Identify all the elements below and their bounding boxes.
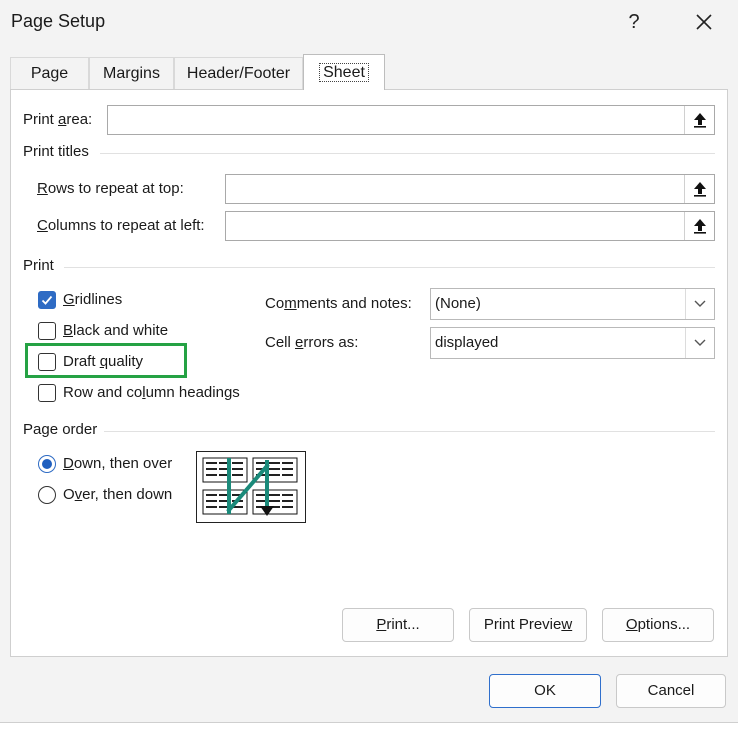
tab-header-footer-label: Header/Footer [186, 65, 291, 82]
tab-page[interactable]: Page [10, 57, 89, 89]
columns-to-repeat-label: Columns to repeat at left: [37, 217, 205, 234]
cell-errors-value: displayed [435, 334, 499, 351]
columns-to-repeat-input[interactable] [225, 211, 715, 241]
tab-sheet-label: Sheet [319, 63, 369, 82]
black-and-white-checkbox[interactable] [38, 322, 56, 340]
dialog-title: Page Setup [11, 11, 106, 31]
cancel-button[interactable]: Cancel [616, 674, 726, 708]
page-order-preview [196, 451, 306, 523]
upload-arrow-icon [693, 182, 706, 197]
chevron-down-icon [685, 328, 714, 358]
tab-margins-label: Margins [103, 65, 160, 82]
rows-collapse-button[interactable] [684, 175, 714, 203]
close-icon [696, 14, 712, 30]
comments-notes-label: Comments and notes: [265, 295, 412, 312]
print-area-collapse-button[interactable] [684, 106, 714, 134]
cell-errors-label: Cell errors as: [265, 334, 359, 351]
down-then-over-radio[interactable] [38, 455, 56, 473]
row-column-headings-label[interactable]: Row and column headings [63, 384, 240, 401]
ok-button[interactable]: OK [489, 674, 601, 708]
print-area-label: Print area: [23, 111, 93, 128]
down-then-over-label[interactable]: Down, then over [63, 455, 172, 472]
page-order-diagram-icon [202, 457, 298, 516]
print-button[interactable]: Print... [342, 608, 454, 642]
help-button[interactable]: ? [620, 8, 648, 36]
print-preview-button[interactable]: Print Preview [469, 608, 587, 642]
comments-notes-value: (None) [435, 295, 481, 312]
columns-collapse-button[interactable] [684, 212, 714, 240]
black-and-white-label[interactable]: Black and white [63, 322, 168, 339]
comments-notes-select[interactable]: (None) [430, 288, 715, 320]
print-titles-heading: Print titles [23, 143, 89, 160]
print-area-input[interactable] [107, 105, 715, 135]
chevron-down-icon [685, 289, 714, 319]
tab-header-footer[interactable]: Header/Footer [174, 57, 303, 89]
options-button[interactable]: Options... [602, 608, 714, 642]
close-button[interactable] [688, 8, 720, 36]
gridlines-label[interactable]: Gridlines [63, 291, 122, 308]
tab-page-label: Page [30, 65, 69, 82]
rows-to-repeat-input[interactable] [225, 174, 715, 204]
gridlines-checkbox[interactable] [38, 291, 56, 309]
page-order-divider [104, 431, 715, 432]
over-then-down-radio[interactable] [38, 486, 56, 504]
tab-margins[interactable]: Margins [89, 57, 174, 89]
row-column-headings-checkbox[interactable] [38, 384, 56, 402]
tab-sheet[interactable]: Sheet [303, 54, 385, 90]
print-divider [64, 267, 715, 268]
checkmark-icon [41, 295, 53, 305]
page-setup-dialog: Page Setup ? Page Margins Header/Footer … [0, 0, 738, 723]
rows-to-repeat-label: Rows to repeat at top: [37, 180, 184, 197]
over-then-down-label[interactable]: Over, then down [63, 486, 172, 503]
cell-errors-select[interactable]: displayed [430, 327, 715, 359]
page-order-heading: Page order [23, 421, 98, 438]
upload-arrow-icon [693, 219, 706, 234]
draft-quality-highlight [25, 343, 187, 378]
title-bar: Page Setup ? [0, 0, 738, 44]
upload-arrow-icon [693, 113, 706, 128]
print-heading: Print [23, 257, 54, 274]
print-titles-divider [100, 153, 715, 154]
